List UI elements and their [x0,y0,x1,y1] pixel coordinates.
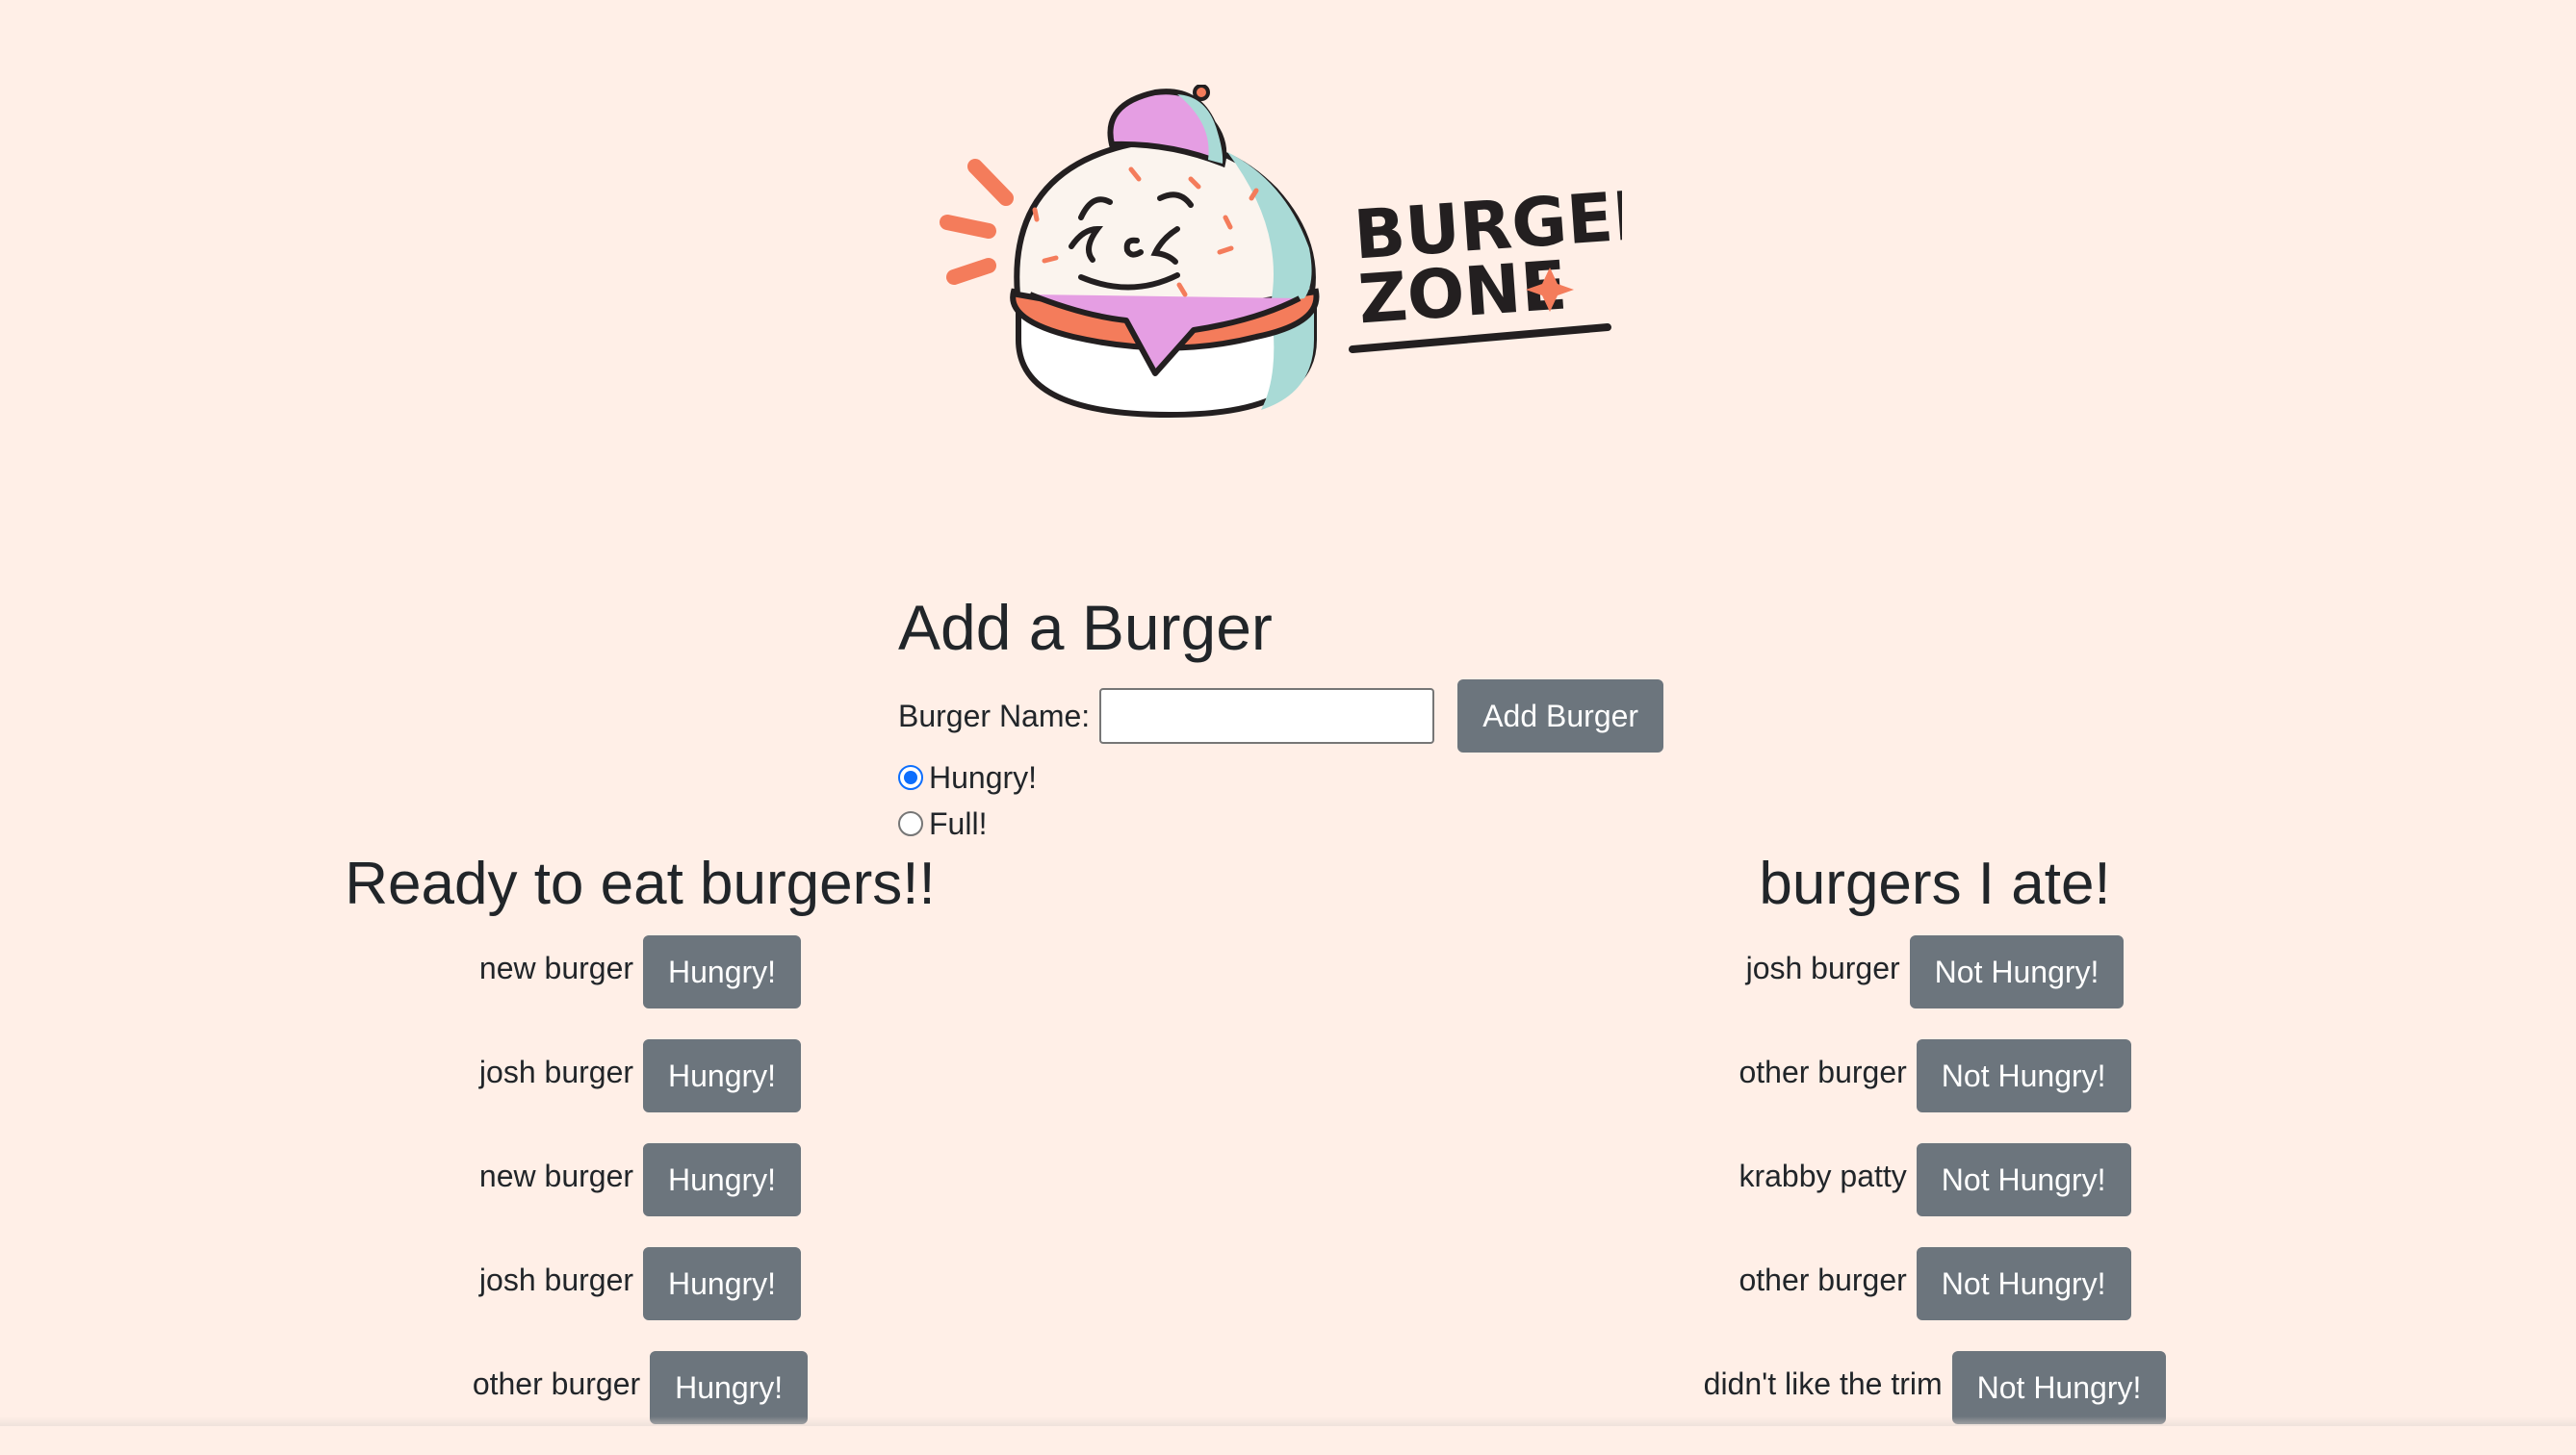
hungry-radio-label: Hungry! [929,759,1038,795]
hungry-radio[interactable] [898,765,923,790]
hungry-button[interactable]: Hungry! [643,1039,802,1112]
bottom-edge-shade [0,1417,2576,1426]
burger-mascot-icon: BURGER ZONE [940,85,1622,419]
hungry-button[interactable]: Hungry! [643,1247,802,1320]
burgers-i-ate-list: josh burger Not Hungry! other burger Not… [1617,935,2253,1455]
not-hungry-button[interactable]: Not Hungry! [1916,1143,2131,1216]
list-item: krabby patty Not Hungry! [1617,1143,2253,1216]
burger-name: other burger [1739,1262,1907,1297]
radio-option-full[interactable]: Full! [898,801,987,847]
burger-name-label: Burger Name: [898,698,1091,733]
burger-name: other burger [1739,1054,1907,1089]
list-item: josh burger Hungry! [318,1039,963,1112]
hungry-button[interactable]: Hungry! [643,935,802,1008]
list-item: other burger Not Hungry! [1617,1247,2253,1320]
burger-name: josh burger [478,1054,634,1089]
burger-name: new burger [478,1158,634,1193]
list-item: other burger Hungry! [318,1351,963,1424]
burger-zone-logo: BURGER ZONE [939,85,1622,421]
hungry-button[interactable]: Hungry! [643,1143,802,1216]
not-hungry-button[interactable]: Not Hungry! [1951,1351,2167,1424]
list-item: other burger Not Hungry! [1617,1039,2253,1112]
full-radio-label: Full! [929,805,988,841]
ready-to-eat-heading: Ready to eat burgers!! [345,851,936,917]
burger-name: new burger [478,950,634,985]
burger-name-input[interactable] [1099,688,1435,744]
add-burger-title: Add a Burger [898,592,1273,663]
burger-name: krabby patty [1739,1158,1907,1193]
not-hungry-button[interactable]: Not Hungry! [1916,1039,2131,1112]
hungry-button[interactable]: Hungry! [650,1351,809,1424]
burger-name: other burger [472,1366,641,1401]
list-item: josh burger Hungry! [318,1247,963,1320]
add-burger-button[interactable]: Add Burger [1457,679,1664,753]
list-item: josh burger Not Hungry! [1617,935,2253,1008]
radio-option-hungry[interactable]: Hungry! [898,754,1037,801]
full-radio[interactable] [898,811,923,836]
burgers-i-ate-heading: burgers I ate! [1759,851,2111,917]
not-hungry-button[interactable]: Not Hungry! [1916,1247,2131,1320]
list-item: new burger Hungry! [318,935,963,1008]
add-burger-form: Burger Name: Add Burger [898,677,1664,754]
not-hungry-button[interactable]: Not Hungry! [1909,935,2125,1008]
burger-name: josh burger [478,1262,634,1297]
burger-name: josh burger [1745,950,1900,985]
burger-name: didn't like the trim [1703,1366,1943,1401]
list-item: new burger Hungry! [318,1143,963,1216]
ready-to-eat-list: new burger Hungry! josh burger Hungry! n… [318,935,963,1455]
list-item: didn't like the trim Not Hungry! [1617,1351,2253,1424]
